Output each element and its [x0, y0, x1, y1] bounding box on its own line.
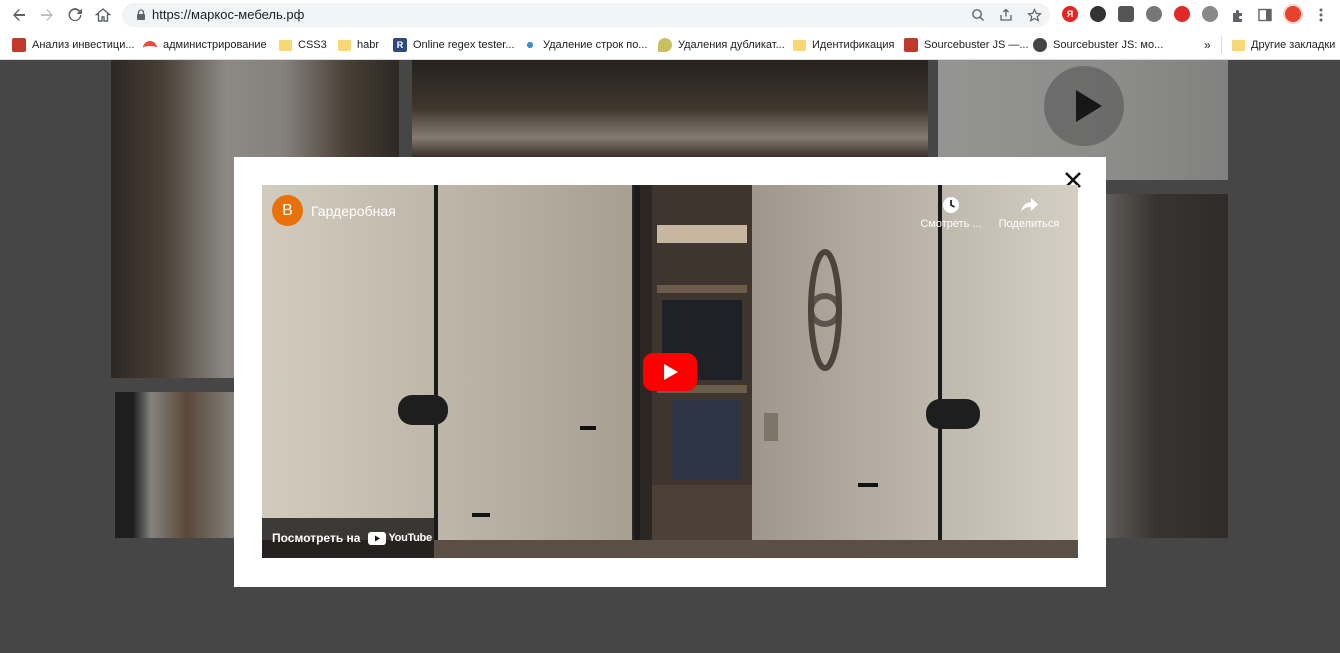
bookmark-item[interactable]: R Online regex tester... [393, 37, 515, 53]
bookmark-label: Удаление строк по... [543, 39, 648, 51]
puzzle-icon [1232, 9, 1242, 22]
address-bar[interactable]: https://маркос-мебель.рф [122, 3, 1050, 27]
bookmark-label: Другие закладки [1251, 39, 1336, 51]
browser-menu-button[interactable] [1310, 5, 1332, 25]
github-favicon [1033, 38, 1047, 52]
extension-icon[interactable] [1146, 6, 1162, 22]
bookmark-label: Online regex tester... [413, 39, 515, 51]
extension-icon[interactable] [1202, 6, 1218, 22]
folder-icon [793, 39, 806, 51]
youtube-logo-icon [368, 531, 387, 545]
bookmark-item[interactable]: Удаление строк по... [523, 37, 647, 53]
bookmark-star-icon[interactable] [1026, 7, 1042, 23]
bookmark-folder[interactable]: Идентификация [793, 37, 894, 53]
profile-avatar[interactable] [1283, 4, 1303, 24]
bookmark-label: CSS3 [298, 39, 327, 51]
arc-favicon [143, 40, 157, 50]
bookmark-folder[interactable]: CSS3 [279, 37, 327, 53]
share-arrow-icon [1021, 198, 1038, 212]
youtube-play-icon [643, 353, 697, 391]
extension-icon[interactable] [1090, 6, 1106, 22]
other-bookmarks-folder[interactable]: Другие закладки [1221, 36, 1335, 54]
bookmark-folder[interactable]: habr [338, 37, 379, 53]
watch-on-label: Посмотреть на [272, 531, 361, 545]
leaf-favicon [658, 38, 672, 52]
bookmarks-bar: Анализ инвестици... администрирование CS… [0, 31, 1340, 60]
video-modal: В Гардеробная Смотреть ... Поделиться По… [234, 157, 1106, 587]
play-button[interactable] [643, 353, 697, 391]
watch-later-label: Смотреть ... [920, 218, 982, 230]
video-title[interactable]: Гардеробная [311, 203, 396, 219]
arrow-right-icon [41, 9, 53, 21]
browser-toolbar: https://маркос-мебель.рф Я [0, 0, 1340, 31]
bookmark-label: Анализ инвестици... [32, 39, 135, 51]
extensions-puzzle-button[interactable] [1227, 5, 1249, 25]
bookmark-item[interactable]: администрирование [143, 37, 267, 53]
bookmark-label: администрирование [163, 39, 267, 51]
folder-icon [279, 39, 292, 51]
youtube-logo: YouTube [368, 531, 432, 545]
bookmark-item[interactable]: Удаления дубликат... [658, 37, 785, 53]
extension-icon[interactable] [1118, 6, 1134, 22]
bookmark-label: Sourcebuster JS: мо... [1053, 39, 1164, 51]
extension-icon[interactable] [1174, 6, 1190, 22]
bookmark-label: Sourcebuster JS —... [924, 39, 1029, 51]
arrow-left-icon [13, 9, 25, 21]
bookmark-item[interactable]: Sourcebuster JS: мо... [1033, 37, 1163, 53]
channel-avatar[interactable]: В [272, 195, 303, 226]
reload-button[interactable] [64, 5, 86, 25]
bookmark-label: habr [357, 39, 380, 51]
regex-favicon: R [393, 38, 407, 52]
bookmark-item[interactable]: Анализ инвестици... [12, 37, 135, 53]
forward-button[interactable] [36, 5, 58, 25]
url-text: https://маркос-мебель.рф [152, 7, 305, 22]
kebab-menu-icon [1319, 8, 1323, 22]
watch-later-button[interactable]: Смотреть ... [916, 195, 986, 230]
youtube-wordmark: YouTube [388, 532, 432, 544]
side-panel-icon [1258, 8, 1272, 22]
zoom-icon[interactable] [970, 7, 986, 23]
pdf-favicon [904, 38, 918, 52]
reload-icon [68, 8, 82, 22]
watch-on-youtube-button[interactable]: Посмотреть на YouTube [262, 518, 434, 558]
more-bookmarks-button[interactable]: » [1204, 37, 1211, 53]
chart-favicon [12, 38, 26, 52]
share-button[interactable]: Поделиться [994, 195, 1064, 230]
bookmark-label: Удаления дубликат... [678, 39, 785, 51]
home-button[interactable] [92, 5, 114, 25]
yandex-extension-icon[interactable]: Я [1062, 6, 1078, 22]
youtube-embed[interactable]: В Гардеробная Смотреть ... Поделиться По… [262, 185, 1078, 558]
lock-icon [137, 9, 145, 20]
folder-icon [338, 39, 351, 51]
clock-icon [943, 197, 959, 213]
folder-icon [1232, 39, 1245, 51]
nodes-favicon [523, 38, 537, 52]
bookmark-label: Идентификация [812, 39, 895, 51]
home-icon [95, 8, 111, 22]
back-button[interactable] [8, 5, 30, 25]
share-label: Поделиться [998, 218, 1060, 230]
share-page-icon[interactable] [998, 7, 1014, 23]
bookmark-item[interactable]: Sourcebuster JS —... [904, 37, 1029, 53]
side-panel-button[interactable] [1254, 5, 1276, 25]
